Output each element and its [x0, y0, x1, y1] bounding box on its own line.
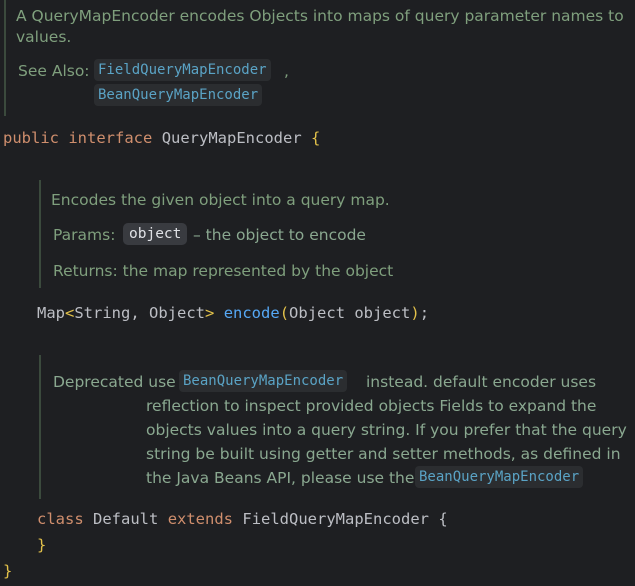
link-beanquerymapencoder[interactable]: BeanQueryMapEncoder [179, 370, 348, 392]
semicolon: ; [419, 304, 430, 322]
keyword-public: public [3, 129, 59, 147]
deprecated-line: objects values into a query string. If y… [146, 421, 627, 439]
keyword-interface: interface [68, 129, 153, 147]
interface-declaration[interactable]: public interface QueryMapEncoder { [3, 128, 320, 148]
code-editor[interactable]: A QueryMapEncoder encodes Objects into m… [0, 0, 635, 586]
interface-open-brace: { [311, 129, 321, 147]
deprecated-line-prefix: the Java Beans API, please use the [146, 469, 415, 487]
params-label: Params: [53, 226, 116, 244]
interface-doc-comment: A QueryMapEncoder encodes Objects into m… [16, 6, 628, 108]
method-name-encode[interactable]: encode [224, 304, 280, 322]
class-close-line: } [37, 535, 46, 555]
return-type-args: String, Object [74, 304, 205, 322]
interface-close-brace: } [3, 562, 13, 580]
class-close-brace: } [37, 536, 47, 554]
doc-gutter-bar [4, 0, 6, 116]
keyword-extends: extends [167, 510, 234, 528]
deprecated-line: string be built using getter and setter … [146, 445, 621, 463]
params-row: Params: object – the object to encode [51, 223, 621, 247]
method-summary: Encodes the given object into a query ma… [51, 191, 390, 209]
deprecated-doc-comment: Deprecated use BeanQueryMapEncoder inste… [53, 370, 633, 490]
deprecated-first-line: Deprecated use BeanQueryMapEncoder inste… [53, 370, 633, 394]
deprecated-line: reflection to inspect provided objects F… [146, 397, 597, 415]
interface-name[interactable]: QueryMapEncoder [162, 129, 302, 147]
see-also-separator: , [284, 62, 289, 80]
class-declaration[interactable]: class Default extends FieldQueryMapEncod… [37, 509, 448, 529]
link-beanquerymapencoder[interactable]: BeanQueryMapEncoder [415, 466, 584, 488]
param-name-chip: object [123, 223, 188, 245]
doc-line: A QueryMapEncoder encodes Objects into m… [16, 7, 624, 25]
doc-gutter-bar [39, 355, 41, 499]
parent-class-name[interactable]: FieldQueryMapEncoder [242, 510, 429, 528]
class-open-brace: { [438, 510, 448, 528]
doc-line: values. [16, 28, 72, 46]
return-type-map: Map [37, 304, 65, 322]
method-args: Object object [289, 304, 411, 322]
link-beanquerymapencoder[interactable]: BeanQueryMapEncoder [94, 84, 263, 106]
keyword-class: class [37, 510, 84, 528]
paren-close: ) [410, 304, 420, 322]
see-also-label: See Also: [18, 62, 90, 80]
param-description: – the object to encode [193, 226, 366, 244]
deprecated-prefix: Deprecated use [53, 373, 176, 391]
see-also-block: See Also: FieldQueryMapEncoder , BeanQue… [16, 59, 628, 108]
returns-text: Returns: the map represented by the obje… [53, 262, 394, 280]
interface-close-line: } [3, 561, 12, 581]
doc-gutter-bar [39, 180, 41, 288]
generic-close: > [205, 304, 215, 322]
class-name[interactable]: Default [93, 510, 158, 528]
deprecated-after-link: instead. default encoder uses [366, 373, 597, 391]
generic-open: < [65, 304, 75, 322]
method-doc-comment: Encodes the given object into a query ma… [51, 190, 621, 282]
link-fieldquerymapencoder[interactable]: FieldQueryMapEncoder [94, 59, 271, 81]
paren-open: ( [279, 304, 290, 322]
method-declaration[interactable]: Map<String, Object> encode(Object object… [37, 303, 429, 323]
deprecated-last-line: the Java Beans API, please use the BeanQ… [53, 466, 633, 490]
